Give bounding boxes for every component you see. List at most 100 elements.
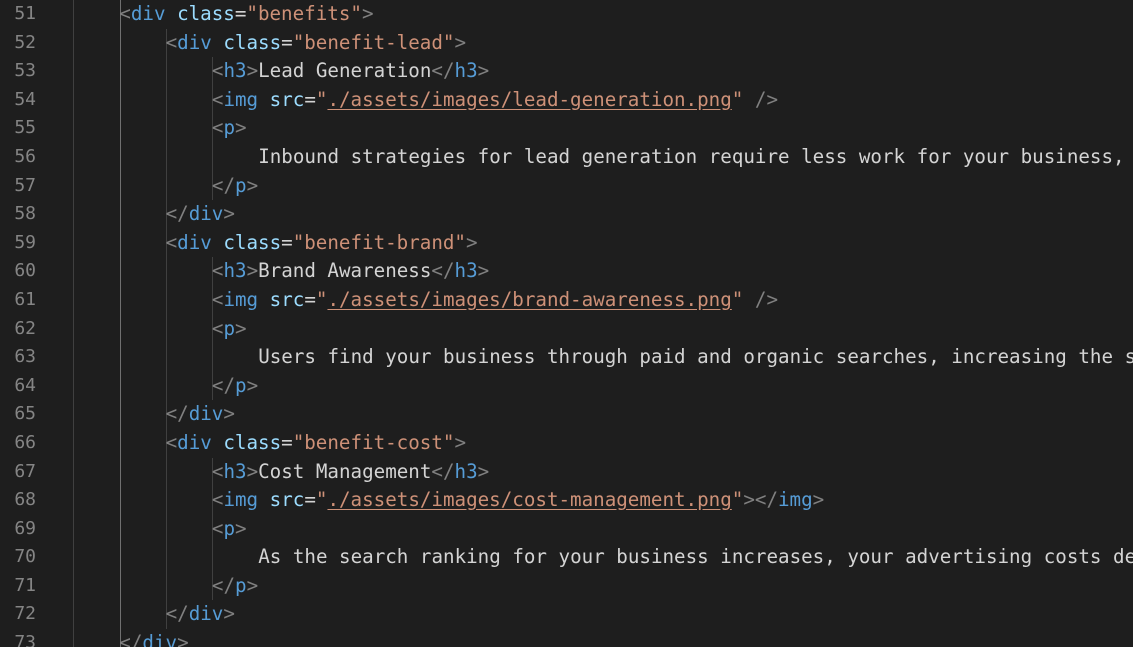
indent-guide xyxy=(73,257,74,286)
indent-guide xyxy=(119,343,121,372)
line-number: 71 xyxy=(14,574,36,596)
line-number: 70 xyxy=(14,546,36,568)
tag-bracket: > xyxy=(246,573,259,597)
indent-guide xyxy=(73,629,74,647)
tag-bracket: > xyxy=(454,30,466,54)
tag-bracket: > xyxy=(812,488,825,512)
code-line[interactable]: 68 <img src="./assets/images/cost-managem… xyxy=(0,486,1133,515)
code-line[interactable]: 53 <h3>Lead Generation</h3> xyxy=(0,57,1133,86)
tag-bracket: < xyxy=(165,430,178,454)
code-line[interactable]: 65 </div> xyxy=(0,400,1133,429)
tag-bracket: </ xyxy=(211,173,235,197)
tag-bracket: < xyxy=(211,116,224,140)
string-value: "benefit-cost" xyxy=(292,430,455,454)
code-line[interactable]: 51 <div class="benefits"> xyxy=(0,0,1133,29)
code-line[interactable]: 55 <p> xyxy=(0,114,1133,143)
indent-guide xyxy=(165,457,167,487)
indent-guide xyxy=(73,428,74,458)
attribute-name: src xyxy=(269,287,305,311)
code-line[interactable]: 71 </p> xyxy=(0,571,1133,601)
code-line[interactable]: 73 </div> xyxy=(0,629,1133,647)
tag-bracket: </ xyxy=(211,373,235,397)
attribute-name: class xyxy=(223,30,282,54)
code-line[interactable]: 59 <div class="benefit-brand"> xyxy=(0,228,1133,258)
tag-bracket: < xyxy=(211,87,224,111)
line-number: 72 xyxy=(14,603,36,625)
line-number: 69 xyxy=(14,517,36,539)
tag-bracket: < xyxy=(211,516,224,540)
code-line[interactable]: 72 </div> xyxy=(0,600,1133,630)
code-line[interactable]: 67 <h3>Cost Management</h3> xyxy=(0,457,1133,487)
indent-guide xyxy=(73,171,74,201)
tag-bracket: > xyxy=(223,602,235,626)
code-text: </div> xyxy=(166,400,235,429)
tag-name: div xyxy=(177,230,212,254)
indent-guide xyxy=(165,486,167,515)
tag-bracket: > xyxy=(454,430,466,454)
tag-bracket: < xyxy=(165,230,178,254)
code-line[interactable]: 61 <img src="./assets/images/brand-awaren… xyxy=(0,285,1133,315)
text-content: Brand Awareness xyxy=(258,259,432,283)
code-line[interactable]: 66 <div class="benefit-cost"> xyxy=(0,428,1133,458)
code-text: </div> xyxy=(166,200,235,229)
tag-name: div xyxy=(142,631,178,647)
code-text: <img src="./assets/images/lead-generatio… xyxy=(212,86,778,115)
indent-guide xyxy=(212,543,214,572)
text-content xyxy=(258,288,270,311)
tag-name: p xyxy=(223,516,236,540)
tag-bracket: < xyxy=(211,316,224,340)
line-number: 68 xyxy=(14,489,36,511)
tag-bracket: /> xyxy=(743,287,778,311)
code-text: <h3>Lead Generation</h3> xyxy=(212,57,489,86)
code-line[interactable]: 69 <p> xyxy=(0,514,1133,544)
line-number: 62 xyxy=(14,317,36,339)
code-text: As the search ranking for your business … xyxy=(258,543,1133,572)
indent-guide xyxy=(73,571,74,601)
tag-bracket: </ xyxy=(165,402,189,426)
code-line[interactable]: 52 <div class="benefit-lead"> xyxy=(0,28,1133,58)
text-content: As the search ranking for your business … xyxy=(258,545,1133,569)
indent-guide xyxy=(119,200,121,229)
tag-name: img xyxy=(223,287,259,311)
code-text: <div class="benefit-brand"> xyxy=(166,229,478,258)
file-path-link[interactable]: ./assets/images/lead-generation.png xyxy=(327,88,731,111)
string-value: "benefit-lead" xyxy=(292,30,455,54)
code-line[interactable]: 60 <h3>Brand Awareness</h3> xyxy=(0,257,1133,286)
text-content xyxy=(212,31,224,54)
tag-name: h3 xyxy=(223,259,247,283)
tag-name: img xyxy=(223,87,259,111)
code-line[interactable]: 57 </p> xyxy=(0,171,1133,201)
tag-bracket: /> xyxy=(743,87,778,111)
indent-guide xyxy=(119,285,121,315)
line-number: 55 xyxy=(14,117,36,139)
tag-bracket: < xyxy=(211,459,224,483)
file-path-link[interactable]: ./assets/images/cost-management.png xyxy=(327,488,731,511)
tag-name: div xyxy=(177,430,212,454)
tag-name: div xyxy=(177,30,212,54)
tag-name: p xyxy=(235,373,247,397)
code-line[interactable]: 70 As the search ranking for your busines… xyxy=(0,543,1133,572)
code-line[interactable]: 56 Inbound strategies for lead generation… xyxy=(0,142,1133,172)
code-line[interactable]: 64 </p> xyxy=(0,371,1133,401)
indent-guide xyxy=(165,85,167,115)
code-editor[interactable]: 51 <div class="benefits"> 52 <div class="be… xyxy=(0,0,1133,647)
code-line[interactable]: 62 <p> xyxy=(0,314,1133,344)
indent-guide xyxy=(165,571,167,601)
code-text: Inbound strategies for lead generation r… xyxy=(258,143,1133,172)
token: = xyxy=(304,87,316,111)
code-line[interactable]: 63 Users find your business through paid … xyxy=(0,343,1133,372)
tag-bracket: > xyxy=(235,316,247,340)
text-content xyxy=(212,431,224,454)
indent-guide xyxy=(165,257,167,286)
file-path-link[interactable]: ./assets/images/brand-awareness.png xyxy=(327,288,731,311)
code-line[interactable]: 54 <img src="./assets/images/lead-generat… xyxy=(0,85,1133,115)
string-value: " xyxy=(315,87,328,111)
tag-bracket: > xyxy=(477,259,490,283)
indent-guide xyxy=(73,371,74,401)
tag-name: div xyxy=(130,2,166,25)
code-text: <div class="benefit-lead"> xyxy=(166,29,466,58)
tag-bracket: > xyxy=(477,459,490,483)
line-number: 65 xyxy=(14,403,36,425)
code-line[interactable]: 58 </div> xyxy=(0,200,1133,229)
tag-bracket: > xyxy=(235,116,247,140)
